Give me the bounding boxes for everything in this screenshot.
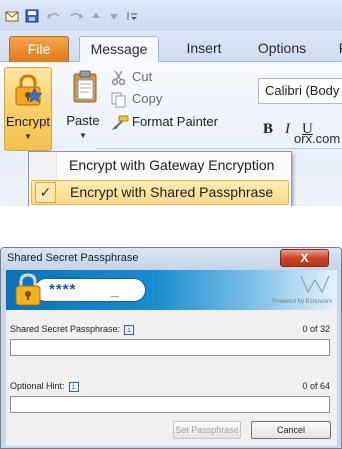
paste-button[interactable]: Paste ▼ — [58, 67, 108, 151]
tab-message[interactable]: Message — [79, 36, 159, 63]
dialog-banner: **** _ Powered by Echoworx — [6, 270, 337, 310]
redo-icon[interactable] — [68, 8, 84, 24]
tab-options[interactable]: Options — [244, 36, 320, 62]
outlook-ribbon-window: File Message Insert Options F Encrypt ▼ — [0, 0, 342, 206]
menu-item-shared-passphrase[interactable]: ✓ Encrypt with Shared Passphrase — [31, 180, 289, 205]
cut-label: Cut — [132, 69, 153, 84]
chevron-down-icon: ▼ — [79, 131, 87, 140]
encrypt-dropdown-menu: Encrypt with Gateway Encryption ✓ Encryp… — [28, 151, 292, 206]
dialog-title: Shared Secret Passphrase — [7, 252, 139, 264]
bold-button[interactable]: B — [263, 121, 273, 138]
tab-format-text[interactable]: F — [333, 36, 342, 62]
dialog-titlebar[interactable]: Shared Secret Passphrase X — [1, 248, 341, 270]
encrypt-label: Encrypt — [5, 114, 51, 129]
menu-item-shared-passphrase-label: Encrypt with Shared Passphrase — [70, 184, 274, 200]
outlook-app-icon[interactable] — [4, 8, 20, 24]
encrypt-button[interactable]: Encrypt ▼ — [4, 67, 52, 151]
passphrase-label: Shared Secret Passphrase: i — [10, 324, 135, 335]
hint-input[interactable] — [10, 396, 330, 413]
copy-icon — [110, 91, 132, 109]
format-painter-label: Format Painter — [132, 114, 218, 129]
quick-access-toolbar — [0, 0, 342, 31]
copy-button[interactable]: Copy — [110, 88, 162, 110]
set-passphrase-button[interactable]: Set Passphrase — [173, 421, 241, 439]
clipboard-icon — [73, 70, 97, 103]
hint-char-counter: 0 of 64 — [302, 381, 330, 391]
hint-label: Optional Hint: i — [10, 381, 79, 392]
paste-label: Paste — [66, 113, 100, 128]
passphrase-dialog: Shared Secret Passphrase X **** _ Powere… — [0, 247, 342, 449]
powered-by-text: Powered by Echoworx — [272, 299, 332, 305]
padlock-icon — [15, 273, 41, 306]
password-graphic: **** _ — [34, 278, 146, 302]
tab-insert[interactable]: Insert — [172, 36, 236, 62]
save-icon[interactable] — [24, 8, 40, 24]
passphrase-input[interactable] — [10, 339, 330, 356]
scissors-icon — [110, 69, 132, 87]
chevron-down-icon: ▼ — [24, 132, 32, 141]
address-field-underline — [96, 148, 342, 149]
info-icon[interactable]: i — [68, 381, 79, 392]
cursor-glyph: _ — [111, 283, 119, 298]
cancel-button[interactable]: Cancel — [251, 421, 331, 439]
font-name-dropdown[interactable]: Calibri (Body — [258, 78, 342, 104]
down-arrow-icon[interactable] — [106, 8, 122, 24]
paintbrush-icon — [110, 114, 132, 132]
italic-button[interactable]: I — [285, 121, 290, 138]
passphrase-label-text: Shared Secret Passphrase: — [10, 324, 121, 334]
tab-file[interactable]: File — [9, 36, 69, 62]
echoworx-logo-icon — [300, 275, 330, 294]
close-button[interactable]: X — [280, 249, 329, 267]
dialog-content: **** _ Powered by Echoworx Shared Secret… — [6, 270, 337, 446]
up-arrow-icon[interactable] — [88, 8, 104, 24]
format-painter-button[interactable]: Format Painter — [110, 111, 218, 133]
customize-toolbar-icon[interactable] — [124, 8, 140, 24]
ribbon-tab-row: File Message Insert Options F — [0, 31, 342, 63]
cut-button[interactable]: Cut — [110, 66, 152, 88]
hint-label-text: Optional Hint: — [10, 381, 65, 391]
padlock-icon — [15, 74, 43, 106]
copy-label: Copy — [132, 91, 163, 106]
menu-item-gateway-encryption[interactable]: Encrypt with Gateway Encryption — [31, 154, 289, 179]
undo-icon[interactable] — [46, 8, 62, 24]
passphrase-char-counter: 0 of 32 — [302, 324, 330, 334]
masked-password-text: **** — [49, 281, 77, 298]
info-icon[interactable]: i — [124, 324, 135, 335]
recipient-address-fragment: orx.com — [294, 131, 341, 146]
checkmark-icon: ✓ — [35, 182, 56, 203]
